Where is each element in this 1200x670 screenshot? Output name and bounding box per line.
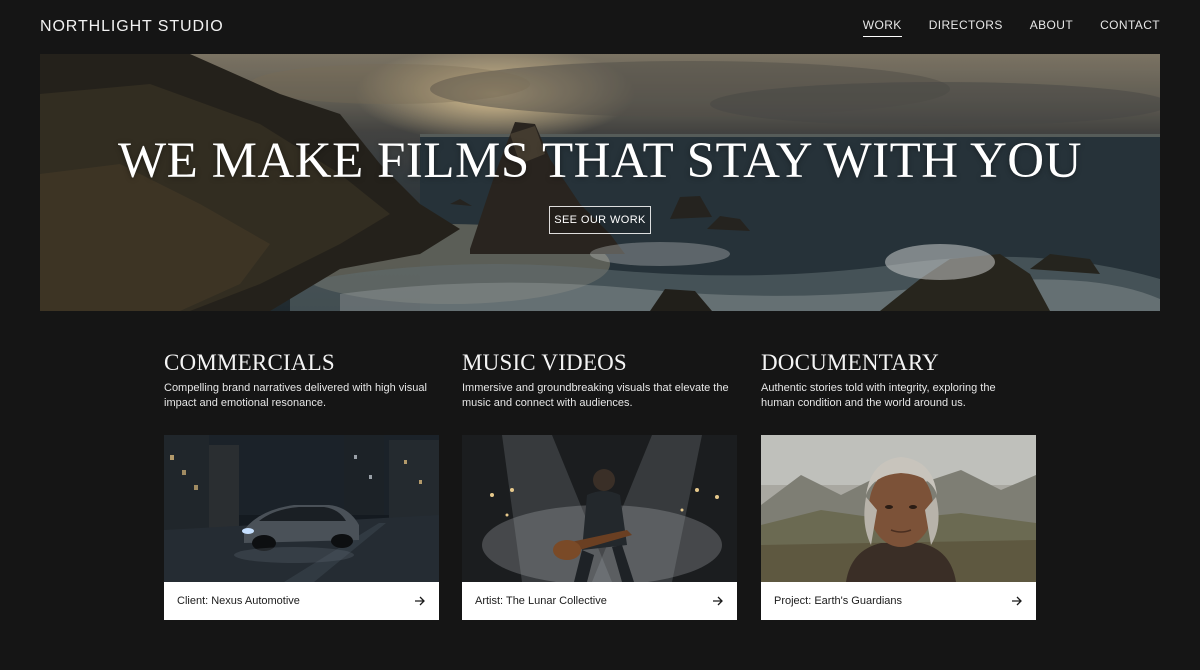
category-description: Immersive and groundbreaking visuals tha… (462, 382, 729, 409)
guitarist-on-stage-image[interactable] (462, 435, 737, 582)
category-title: MUSIC VIDEOS (462, 350, 627, 375)
card-footer[interactable]: Project: Earth's Guardians (761, 582, 1036, 620)
project-card-music-videos[interactable]: Artist: The Lunar Collective (462, 435, 737, 620)
arrow-right-icon[interactable] (414, 595, 426, 607)
card-footer[interactable]: Client: Nexus Automotive (164, 582, 439, 620)
category-music-videos: MUSIC VIDEOS Immersive and groundbreakin… (462, 350, 737, 411)
hero-banner: WE MAKE FILMS THAT STAY WITH YOU SEE OUR… (40, 54, 1160, 311)
brand-logo[interactable]: NORTHLIGHT STUDIO (40, 18, 224, 36)
arrow-right-icon[interactable] (712, 595, 724, 607)
nav-item-contact[interactable]: CONTACT (1100, 18, 1160, 37)
hero-title: WE MAKE FILMS THAT STAY WITH YOU (118, 133, 1082, 189)
card-label: Client: Nexus Automotive (177, 595, 300, 607)
arrow-right-icon[interactable] (1011, 595, 1023, 607)
card-footer[interactable]: Artist: The Lunar Collective (462, 582, 737, 620)
main-nav: WORK DIRECTORS ABOUT CONTACT (862, 18, 1160, 37)
card-label: Artist: The Lunar Collective (475, 595, 607, 607)
nav-item-work[interactable]: WORK (862, 18, 902, 37)
see-our-work-button[interactable]: SEE OUR WORK (549, 206, 651, 234)
night-city-car-image[interactable] (164, 435, 439, 582)
category-title: DOCUMENTARY (761, 350, 939, 375)
nav-item-about[interactable]: ABOUT (1030, 18, 1073, 37)
category-description: Authentic stories told with integrity, e… (761, 382, 996, 409)
category-description: Compelling brand narratives delivered wi… (164, 382, 427, 409)
category-title: COMMERCIALS (164, 350, 335, 375)
site-header: NORTHLIGHT STUDIO WORK DIRECTORS ABOUT C… (40, 0, 1160, 54)
category-documentary: DOCUMENTARY Authentic stories told with … (761, 350, 1036, 411)
category-commercials: COMMERCIALS Compelling brand narratives … (164, 350, 439, 411)
nav-item-directors[interactable]: DIRECTORS (929, 18, 1003, 37)
elder-portrait-image[interactable] (761, 435, 1036, 582)
project-card-documentary[interactable]: Project: Earth's Guardians (761, 435, 1036, 620)
project-card-commercials[interactable]: Client: Nexus Automotive (164, 435, 439, 620)
card-label: Project: Earth's Guardians (774, 595, 903, 607)
